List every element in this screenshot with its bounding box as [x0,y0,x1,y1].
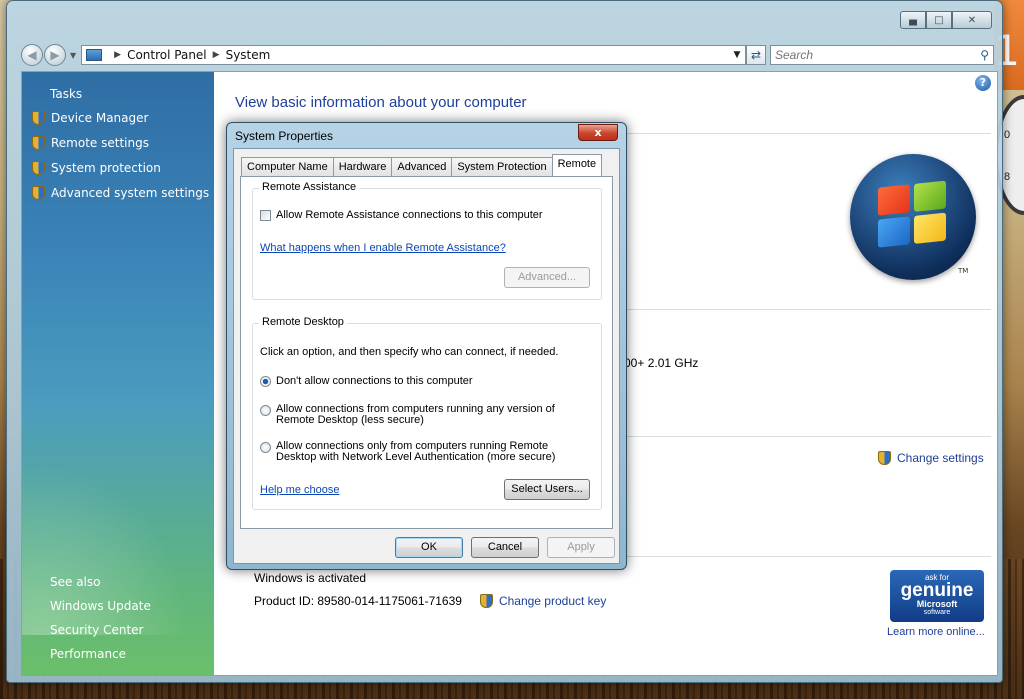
remote-assistance-group: Remote Assistance Allow Remote Assistanc… [252,181,602,300]
divider [624,436,991,437]
close-window-button[interactable]: ✕ [952,11,992,29]
sidebar-item-system-protection[interactable]: System protection [32,161,161,175]
cancel-button[interactable]: Cancel [471,537,539,558]
tab-system-protection[interactable]: System Protection [451,157,553,176]
remote-assistance-help-link[interactable]: What happens when I enable Remote Assist… [260,242,506,254]
ok-button[interactable]: OK [395,537,463,558]
option-label[interactable]: Allow connections only from computers ru… [276,441,555,463]
option-dont-allow[interactable]: Don't allow connections to this computer [260,375,473,387]
change-product-key-link[interactable]: Change product key [479,594,607,608]
shield-icon [32,161,45,175]
breadcrumb-control-panel[interactable]: Control Panel [127,48,207,62]
remote-desktop-group: Remote Desktop Click an option, and then… [252,316,602,510]
option-allow-nla[interactable]: Allow connections only from computers ru… [260,441,555,463]
tab-advanced[interactable]: Advanced [391,157,453,176]
chevron-right-icon[interactable]: ▶ [213,50,220,60]
change-product-key-label: Change product key [498,594,607,608]
trademark-mark: TM [958,267,969,275]
refresh-button[interactable]: ⇄ [746,45,766,65]
windows-logo [850,154,976,280]
tab-hardware[interactable]: Hardware [332,157,393,176]
sidebar-item-label: Remote settings [51,136,149,150]
radio-dont-allow[interactable] [260,376,271,387]
maximize-button[interactable]: □ [926,11,952,29]
navigation-bar: ◀ ▶ ▼ ▶ Control Panel ▶ System ▼ ⇄ ⚲ [21,43,994,67]
shield-icon [878,451,891,465]
back-button[interactable]: ◀ [21,44,43,66]
dialog-body: Computer Name Hardware Advanced System P… [233,148,620,564]
select-users-button[interactable]: Select Users... [504,479,590,500]
dialog-title: System Properties [235,129,334,143]
remote-desktop-heading: Remote Desktop [259,316,347,328]
chevron-right-icon[interactable]: ▶ [114,50,121,60]
address-dropdown-icon[interactable]: ▼ [729,50,745,60]
remote-assistance-heading: Remote Assistance [259,181,360,193]
sidebar-item-label: Device Manager [51,111,149,125]
tab-computer-name[interactable]: Computer Name [241,157,334,176]
search-input[interactable] [775,48,981,62]
help-me-choose-link[interactable]: Help me choose [260,484,340,496]
sidebar-item-advanced-system-settings[interactable]: Advanced system settings [32,186,209,200]
allow-remote-assistance-row[interactable]: Allow Remote Assistance connections to t… [260,209,543,221]
help-icon[interactable]: ? [975,75,991,91]
minimize-button[interactable]: ▄ [900,11,926,29]
breadcrumb-system[interactable]: System [226,48,271,62]
see-also-security-center[interactable]: Security Center [50,623,143,637]
control-panel-icon [86,49,103,61]
divider [624,556,991,557]
dialog-close-button[interactable]: x [578,124,618,141]
option-label[interactable]: Allow connections from computers running… [276,404,555,426]
tab-strip: Computer Name Hardware Advanced System P… [241,154,603,176]
sidebar-item-label: Advanced system settings [51,186,210,200]
system-properties-dialog: System Properties x Computer Name Hardwa… [226,122,627,570]
apply-button[interactable]: Apply [547,537,615,558]
caption-buttons: ▄ □ ✕ [900,11,992,29]
shield-icon [32,186,45,200]
see-also-heading: See also [50,575,101,589]
remote-tab-panel: Remote Assistance Allow Remote Assistanc… [240,176,613,529]
change-settings-label: Change settings [897,451,984,465]
option-allow-any-version[interactable]: Allow connections from computers running… [260,404,555,426]
radio-allow-any-version[interactable] [260,405,271,416]
see-also-windows-update[interactable]: Windows Update [50,599,151,613]
search-box[interactable]: ⚲ [770,45,994,65]
page-title: View basic information about your comput… [235,94,527,111]
allow-remote-assistance-label[interactable]: Allow Remote Assistance connections to t… [276,209,543,221]
shield-icon [32,111,45,125]
history-dropdown-icon[interactable]: ▼ [70,51,76,60]
remote-desktop-intro: Click an option, and then specify who ca… [260,346,559,358]
advanced-button[interactable]: Advanced... [504,267,590,288]
shield-icon [32,136,45,150]
option-label[interactable]: Don't allow connections to this computer [276,375,473,387]
search-icon[interactable]: ⚲ [980,48,989,62]
address-bar[interactable]: ▶ Control Panel ▶ System ▼ [81,45,746,65]
tasks-heading: Tasks [50,87,83,101]
radio-allow-nla[interactable] [260,442,271,453]
tab-remote[interactable]: Remote [551,154,603,176]
sidebar: Tasks Device Manager Remote settings Sys… [22,72,214,675]
sidebar-item-remote-settings[interactable]: Remote settings [32,136,149,150]
sidebar-item-device-manager[interactable]: Device Manager [32,111,148,125]
sidebar-item-label: System protection [51,161,161,175]
shield-icon [479,594,493,608]
genuine-microsoft-badge[interactable]: ask for genuine Microsoft software [890,570,984,622]
processor-speed: 00+ 2.01 GHz [624,356,699,370]
divider [624,309,991,310]
see-also-performance[interactable]: Performance [50,647,126,661]
forward-button[interactable]: ▶ [44,44,66,66]
change-settings-link[interactable]: Change settings [878,451,984,465]
product-id: Product ID: 89580-014-1175061-71639 [254,594,462,608]
activation-status: Windows is activated [254,571,367,585]
product-id-row: Product ID: 89580-014-1175061-71639 Chan… [254,594,606,608]
allow-remote-assistance-checkbox[interactable] [260,210,271,221]
learn-more-link[interactable]: Learn more online... [887,626,985,638]
